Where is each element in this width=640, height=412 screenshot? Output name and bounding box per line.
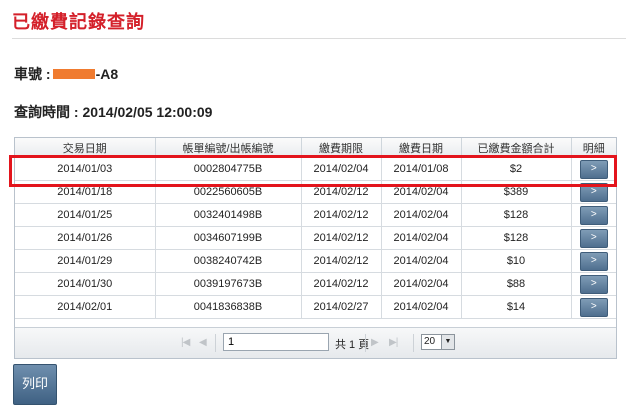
cell-payment-date: 2014/01/08 bbox=[381, 157, 462, 181]
cell-transaction-date: 2014/01/25 bbox=[15, 203, 156, 227]
cell-amount: $88 bbox=[461, 272, 572, 296]
detail-button[interactable]: > bbox=[579, 251, 608, 271]
cell-payment-date: 2014/02/04 bbox=[381, 249, 462, 273]
detail-button[interactable]: > bbox=[579, 274, 608, 294]
table-row: 2014/01/18 0022560605B 2014/02/12 2014/0… bbox=[15, 180, 616, 204]
cell-detail: > bbox=[571, 272, 616, 296]
cell-payment-date: 2014/02/04 bbox=[381, 226, 462, 250]
cell-amount: $14 bbox=[461, 295, 572, 319]
cell-due-date: 2014/02/12 bbox=[301, 203, 382, 227]
column-header-transaction-date[interactable]: 交易日期 bbox=[15, 138, 156, 158]
last-page-icon[interactable]: ▶| bbox=[389, 337, 398, 348]
cell-bill-number: 0032401498B bbox=[155, 203, 302, 227]
print-button[interactable]: 列印 bbox=[13, 364, 57, 405]
column-header-bill-number[interactable]: 帳單編號/出帳編號 bbox=[155, 138, 302, 158]
cell-detail: > bbox=[571, 295, 616, 319]
redacted-plate-block bbox=[52, 69, 95, 80]
cell-payment-date: 2014/02/04 bbox=[381, 272, 462, 296]
cell-transaction-date: 2014/01/26 bbox=[15, 226, 156, 250]
cell-payment-date: 2014/02/04 bbox=[381, 295, 462, 319]
table-row: 2014/01/25 0032401498B 2014/02/12 2014/0… bbox=[15, 203, 616, 227]
cell-bill-number: 0034607199B bbox=[155, 226, 302, 250]
column-header-payment-date[interactable]: 繳費日期 bbox=[381, 138, 462, 158]
cell-payment-date: 2014/02/04 bbox=[381, 203, 462, 227]
cell-due-date: 2014/02/12 bbox=[301, 180, 382, 204]
title-divider bbox=[12, 38, 626, 39]
cell-detail: > bbox=[571, 157, 616, 181]
next-page-icon[interactable]: ▶ bbox=[371, 337, 379, 348]
cell-bill-number: 0022560605B bbox=[155, 180, 302, 204]
table-row: 2014/01/29 0038240742B 2014/02/12 2014/0… bbox=[15, 249, 616, 273]
cell-transaction-date: 2014/01/18 bbox=[15, 180, 156, 204]
rows-per-page-select[interactable]: 20 ▼ bbox=[421, 334, 455, 350]
detail-button[interactable]: > bbox=[579, 182, 608, 202]
payment-records-table: 交易日期 帳單編號/出帳編號 繳費期限 繳費日期 已繳費金額合計 明細 2014… bbox=[15, 138, 616, 319]
chevron-down-icon[interactable]: ▼ bbox=[441, 335, 454, 349]
cell-bill-number: 0041836838B bbox=[155, 295, 302, 319]
rows-per-page-value: 20 bbox=[424, 336, 436, 347]
cell-bill-number: 0039197673B bbox=[155, 272, 302, 296]
cell-amount: $128 bbox=[461, 226, 572, 250]
query-time-line: 查詢時間 : 2014/02/05 12:00:09 bbox=[14, 102, 212, 122]
cell-bill-number: 0038240742B bbox=[155, 249, 302, 273]
query-time-label: 查詢時間 : bbox=[14, 104, 79, 120]
plate-line: 車號 : -A8 bbox=[14, 64, 118, 84]
cell-due-date: 2014/02/12 bbox=[301, 272, 382, 296]
cell-detail: > bbox=[571, 226, 616, 250]
cell-bill-number: 0002804775B bbox=[155, 157, 302, 181]
cell-transaction-date: 2014/01/03 bbox=[15, 157, 156, 181]
pagination-bar: |◀ ◀ 共 1 頁 ▶ ▶| 20 ▼ bbox=[15, 327, 616, 358]
detail-button[interactable]: > bbox=[579, 228, 608, 248]
cell-transaction-date: 2014/01/29 bbox=[15, 249, 156, 273]
cell-detail: > bbox=[571, 180, 616, 204]
pager-divider bbox=[365, 334, 366, 352]
payment-records-grid: 交易日期 帳單編號/出帳編號 繳費期限 繳費日期 已繳費金額合計 明細 2014… bbox=[14, 137, 617, 359]
prev-page-icon[interactable]: ◀ bbox=[199, 337, 207, 348]
table-row: 2014/02/01 0041836838B 2014/02/27 2014/0… bbox=[15, 295, 616, 319]
pager-divider bbox=[413, 334, 414, 352]
cell-due-date: 2014/02/12 bbox=[301, 249, 382, 273]
detail-button[interactable]: > bbox=[579, 297, 608, 317]
table-row: 2014/01/30 0039197673B 2014/02/12 2014/0… bbox=[15, 272, 616, 296]
cell-detail: > bbox=[571, 203, 616, 227]
cell-amount: $2 bbox=[461, 157, 572, 181]
table-header-row: 交易日期 帳單編號/出帳編號 繳費期限 繳費日期 已繳費金額合計 明細 bbox=[15, 138, 616, 158]
plate-value: -A8 bbox=[95, 66, 119, 82]
page-number-input[interactable] bbox=[223, 333, 329, 351]
table-row: 2014/01/26 0034607199B 2014/02/12 2014/0… bbox=[15, 226, 616, 250]
cell-amount: $389 bbox=[461, 180, 572, 204]
detail-button[interactable]: > bbox=[579, 159, 608, 179]
cell-due-date: 2014/02/27 bbox=[301, 295, 382, 319]
cell-payment-date: 2014/02/04 bbox=[381, 180, 462, 204]
column-header-amount-total[interactable]: 已繳費金額合計 bbox=[461, 138, 572, 158]
cell-amount: $10 bbox=[461, 249, 572, 273]
column-header-due-date[interactable]: 繳費期限 bbox=[301, 138, 382, 158]
cell-due-date: 2014/02/12 bbox=[301, 226, 382, 250]
cell-transaction-date: 2014/02/01 bbox=[15, 295, 156, 319]
cell-transaction-date: 2014/01/30 bbox=[15, 272, 156, 296]
cell-detail: > bbox=[571, 249, 616, 273]
table-row: 2014/01/03 0002804775B 2014/02/04 2014/0… bbox=[15, 157, 616, 181]
page-title: 已繳費記錄查詢 bbox=[12, 12, 145, 32]
plate-label: 車號 : bbox=[14, 66, 51, 82]
pager-divider bbox=[215, 334, 216, 352]
cell-amount: $128 bbox=[461, 203, 572, 227]
first-page-icon[interactable]: |◀ bbox=[181, 337, 190, 348]
query-time-value: 2014/02/05 12:00:09 bbox=[82, 104, 213, 120]
cell-due-date: 2014/02/04 bbox=[301, 157, 382, 181]
column-header-detail: 明細 bbox=[571, 138, 616, 158]
detail-button[interactable]: > bbox=[579, 205, 608, 225]
